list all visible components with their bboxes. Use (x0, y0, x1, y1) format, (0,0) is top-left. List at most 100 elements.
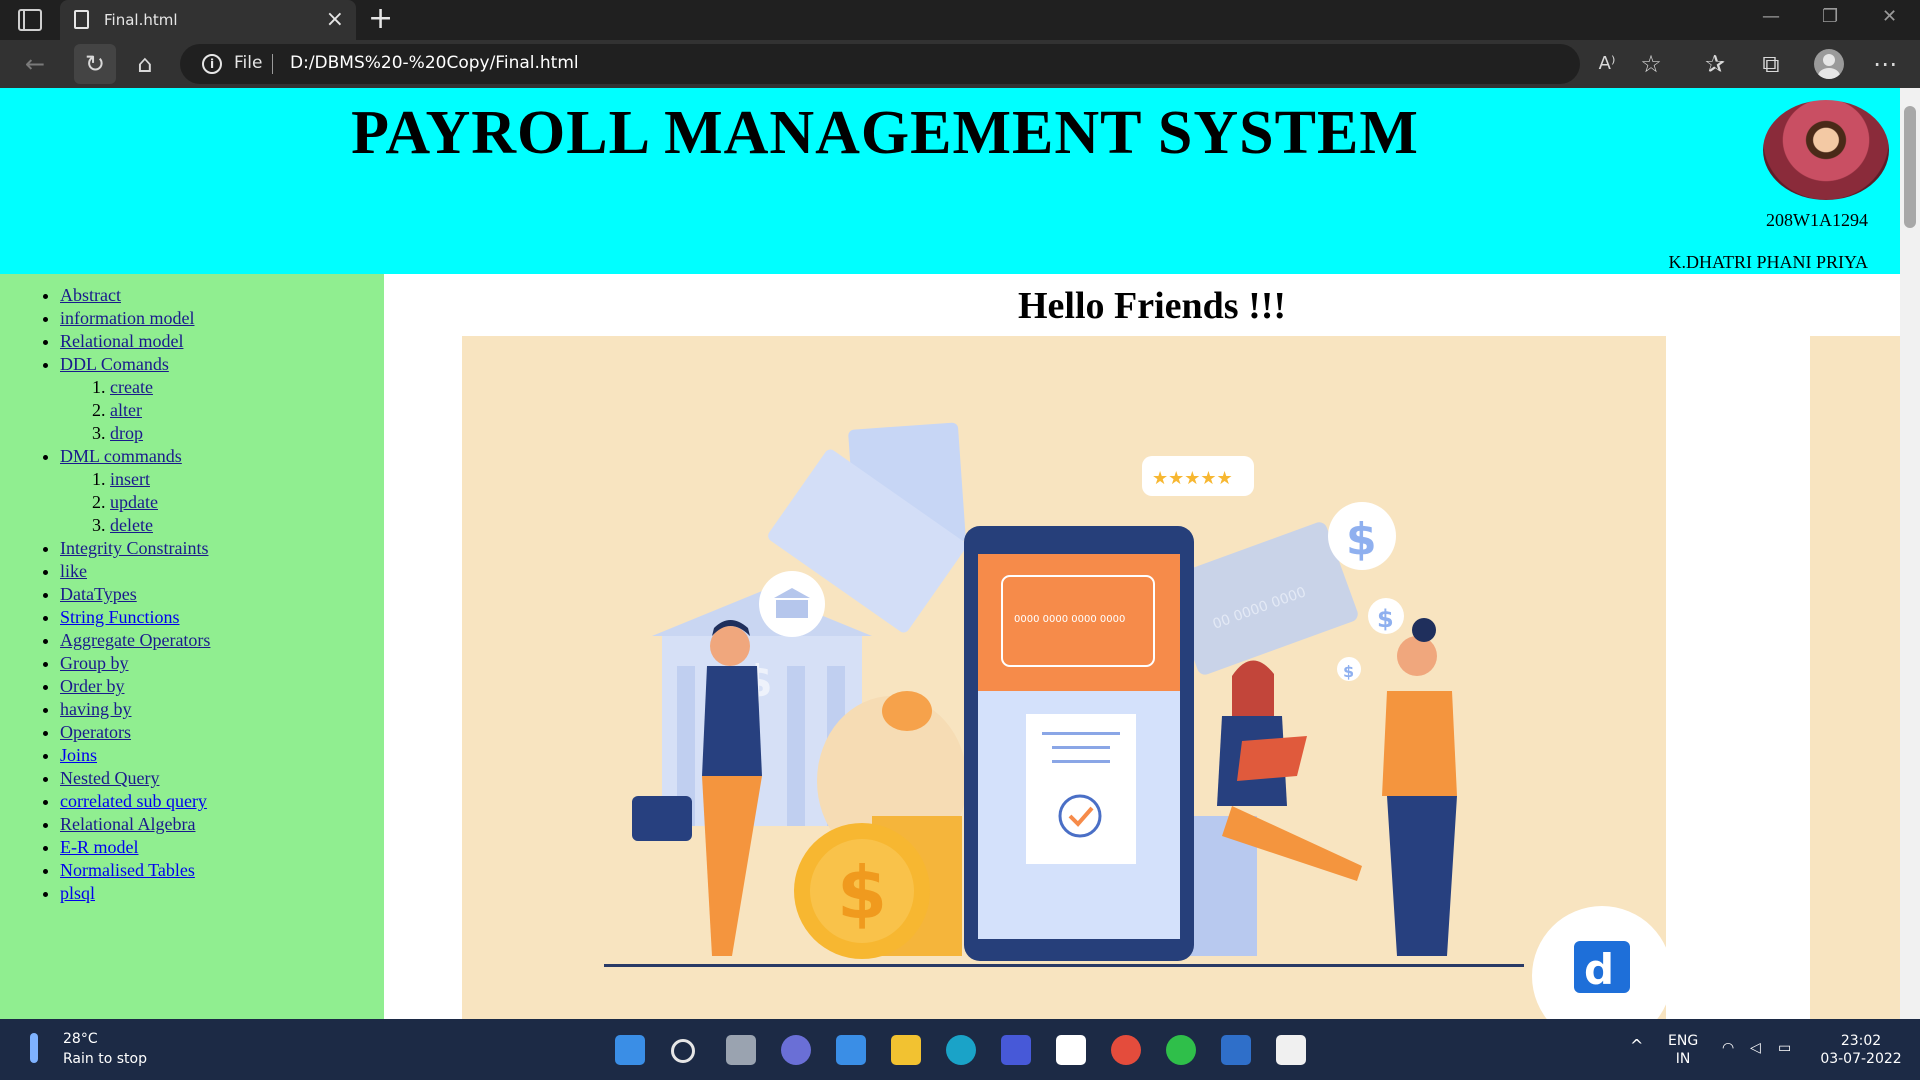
nav-link-normalised-tables[interactable]: Normalised Tables (60, 860, 195, 880)
weather-icon[interactable] (30, 1033, 38, 1063)
nav-link-update[interactable]: update (110, 492, 158, 512)
nav-subitem: delete (110, 514, 384, 537)
woman2-hair-bun (1412, 618, 1436, 642)
nav-link-relational-model[interactable]: Relational model (60, 331, 183, 351)
battery-icon[interactable]: ▭ (1778, 1039, 1791, 1057)
nav-item: Nested Query (60, 767, 384, 790)
clock[interactable]: 23:02 03-07-2022 (1816, 1032, 1906, 1068)
temperature-text[interactable]: 28°C (63, 1031, 98, 1047)
nav-link-plsql[interactable]: plsql (60, 883, 95, 903)
nav-link-group-by[interactable]: Group by (60, 653, 129, 673)
greeting-heading: Hello Friends !!! (1017, 285, 1287, 327)
nav-item: Group by (60, 652, 384, 675)
store-icon[interactable] (1056, 1035, 1086, 1065)
nav-item: Joins (60, 744, 384, 767)
nav-link-aggregate-operators[interactable]: Aggregate Operators (60, 630, 210, 650)
search-icon[interactable] (671, 1039, 695, 1063)
nav-link-abstract[interactable]: Abstract (60, 285, 121, 305)
nav-link-ddl-commands[interactable]: DDL Comands (60, 354, 169, 374)
profile-avatar-icon[interactable] (1814, 49, 1844, 79)
nav-link-order-by[interactable]: Order by (60, 676, 124, 696)
chrome-icon[interactable] (1111, 1035, 1141, 1065)
nav-link-information-model[interactable]: information model (60, 308, 194, 328)
volume-icon[interactable]: ◁ (1750, 1039, 1761, 1057)
read-aloud-icon[interactable]: A⁾ (1592, 49, 1622, 79)
chat-icon[interactable] (781, 1035, 811, 1065)
nav-link-alter[interactable]: alter (110, 400, 142, 420)
tab-title: Final.html (104, 11, 178, 29)
file-explorer-icon[interactable] (891, 1035, 921, 1065)
nav-link-create[interactable]: create (110, 377, 153, 397)
receipt (1026, 714, 1136, 864)
wifi-icon[interactable]: ◠ (1722, 1039, 1734, 1057)
tab-actions-icon[interactable] (18, 9, 42, 31)
browser-tab[interactable]: Final.html × (60, 0, 356, 40)
nav-link-relational-algebra[interactable]: Relational Algebra (60, 814, 195, 834)
region-code: IN (1675, 1051, 1691, 1067)
nav-link-drop[interactable]: drop (110, 423, 143, 443)
chevron-up-icon[interactable]: ^ (1630, 1037, 1643, 1055)
weather-text[interactable]: Rain to stop (63, 1051, 147, 1067)
nav-link-insert[interactable]: insert (110, 469, 150, 489)
man-legs (702, 776, 762, 956)
nav-link-having-by[interactable]: having by (60, 699, 132, 719)
nav-link-delete[interactable]: delete (110, 515, 153, 535)
page-title: PAYROLL MANAGEMENT SYSTEM (351, 99, 1419, 167)
nav-subitem: create (110, 376, 384, 399)
nav-subitem: insert (110, 468, 384, 491)
nav-link-datatypes[interactable]: DataTypes (60, 584, 137, 604)
dollar-sign-icon: $ (1346, 514, 1377, 565)
collections-icon[interactable]: ⧉ (1756, 49, 1786, 79)
app-icon[interactable] (1001, 1035, 1031, 1065)
nav-item: DML commands insert update delete (60, 445, 384, 537)
close-window-icon[interactable]: ✕ (1882, 6, 1897, 27)
favorites-icon[interactable]: ✰ (1700, 49, 1730, 79)
home-icon[interactable]: ⌂ (130, 49, 160, 79)
new-tab-button[interactable]: + (368, 2, 393, 36)
browser-title-bar: Final.html × + — ❐ ✕ (0, 0, 1920, 40)
nav-link-er-model[interactable]: E-R model (60, 837, 139, 857)
minimize-icon[interactable]: — (1762, 6, 1780, 27)
add-favorite-icon[interactable]: ☆ (1636, 49, 1666, 79)
restore-icon[interactable]: ❐ (1822, 6, 1838, 27)
student-name: K.DHATRI PHANI PRIYA (1668, 252, 1868, 272)
back-icon[interactable]: ← (20, 49, 50, 79)
page-scrollbar[interactable] (1900, 88, 1920, 1019)
nav-item: Normalised Tables (60, 859, 384, 882)
address-bar[interactable]: i File D:/DBMS%20-%20Copy/Final.html (180, 44, 1580, 84)
photos-icon[interactable] (1221, 1035, 1251, 1065)
snipping-tool-icon[interactable] (1276, 1035, 1306, 1065)
whatsapp-icon[interactable] (1166, 1035, 1196, 1065)
address-separator (272, 54, 273, 74)
nav-link-nested-query[interactable]: Nested Query (60, 768, 159, 788)
nav-item: String Functions (60, 606, 384, 629)
reload-icon[interactable]: ↻ (80, 49, 110, 79)
close-tab-icon[interactable]: × (326, 7, 344, 32)
task-view-icon[interactable] (726, 1035, 756, 1065)
more-options-icon[interactable]: ⋯ (1870, 49, 1900, 79)
sidebar-nav: Abstract information model Relational mo… (0, 274, 384, 1019)
money-bag-tie (882, 691, 932, 731)
clock-time: 23:02 (1840, 1033, 1882, 1049)
url-text[interactable]: D:/DBMS%20-%20Copy/Final.html (290, 53, 579, 73)
nav-link-string-functions[interactable]: String Functions (60, 607, 180, 627)
scroll-thumb[interactable] (1904, 106, 1916, 228)
nav-item: having by (60, 698, 384, 721)
nav-link-joins[interactable]: Joins (60, 745, 97, 765)
nav-link-like[interactable]: like (60, 561, 87, 581)
edge-icon[interactable] (946, 1035, 976, 1065)
nav-link-integrity-constraints[interactable]: Integrity Constraints (60, 538, 208, 558)
start-icon[interactable] (615, 1035, 645, 1065)
woman-hair (1232, 660, 1274, 716)
mail-icon[interactable] (836, 1035, 866, 1065)
nav-subitem: update (110, 491, 384, 514)
dollar-sign-icon: $ (1377, 605, 1394, 633)
receipt-line (1052, 746, 1110, 749)
info-icon[interactable]: i (202, 54, 222, 74)
nav-link-dml-commands[interactable]: DML commands (60, 446, 182, 466)
nav-link-correlated-sub-query[interactable]: correlated sub query (60, 791, 207, 811)
illustration-edge (1810, 336, 1900, 1019)
nav-link-operators[interactable]: Operators (60, 722, 131, 742)
ground-line (604, 964, 1524, 967)
language-indicator[interactable]: ENG IN (1668, 1032, 1698, 1068)
